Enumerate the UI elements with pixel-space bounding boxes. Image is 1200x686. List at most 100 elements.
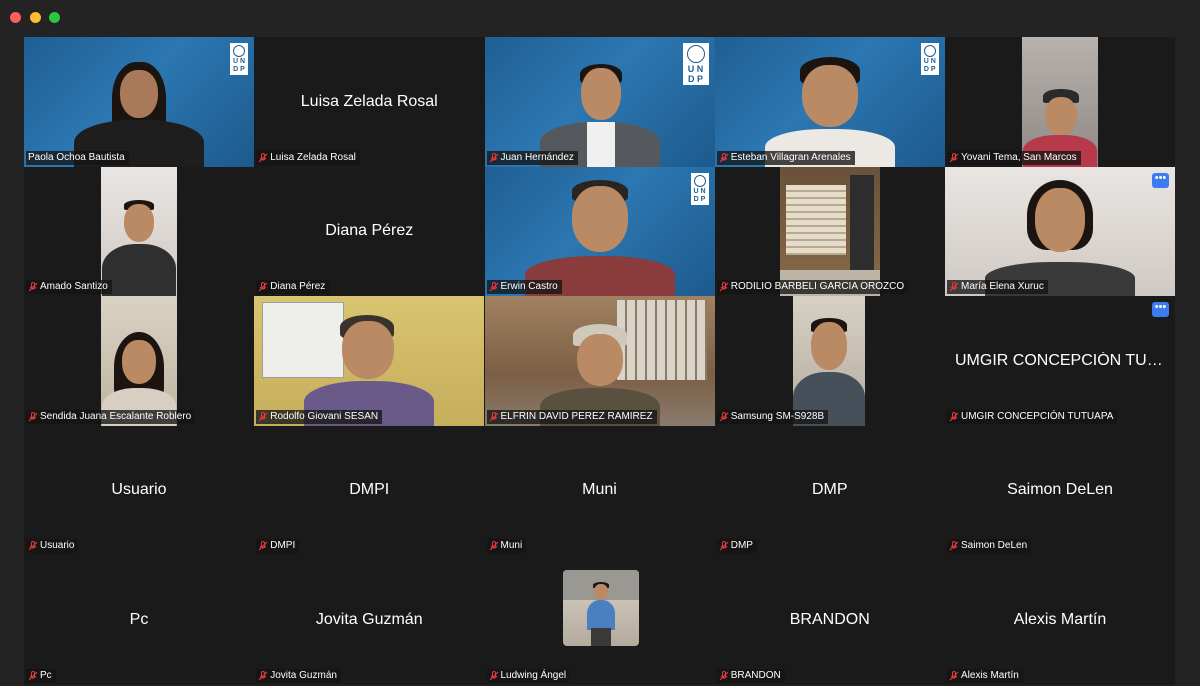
participant-tile[interactable]: U ND P Juan Hernández [484, 37, 715, 167]
participant-tile[interactable]: Amado Santizo [24, 166, 254, 296]
participant-name-label: ELFRIN DAVID PEREZ RAMIREZ [486, 409, 657, 424]
participant-tile[interactable]: Alexis Martín Alexis Martín [945, 555, 1175, 685]
mic-muted-icon [258, 670, 268, 680]
participant-video: U ND P [24, 37, 254, 167]
participant-video [779, 166, 880, 296]
mic-muted-icon [949, 541, 959, 551]
participant-video [101, 166, 177, 296]
participant-display-name: Jovita Guzmán [315, 610, 423, 628]
mic-muted-icon [949, 282, 959, 292]
participant-name-label: Juan Hernández [486, 150, 578, 165]
undp-logo-icon: U ND P [682, 43, 709, 85]
participant-video: U ND P [714, 37, 945, 167]
window-titlebar [0, 0, 1200, 36]
participant-video [484, 296, 715, 426]
mic-muted-icon [719, 411, 729, 421]
close-window-button[interactable] [10, 12, 21, 23]
participant-tile[interactable]: RODILIO BARBELI GARCIA OROZCO [714, 166, 945, 296]
mic-muted-icon [719, 670, 729, 680]
participant-display-name: Alexis Martín [1013, 610, 1107, 628]
participant-name-label: Alexis Martín [947, 668, 1023, 683]
participant-name-label: Erwin Castro [486, 280, 562, 294]
participant-tile[interactable]: Diana Pérez Diana Pérez [254, 166, 485, 296]
mic-muted-icon [489, 282, 498, 292]
participant-name-label: Usuario [26, 539, 79, 553]
participant-tile[interactable]: Samsung SM-S928B [714, 296, 945, 426]
participant-name-label: Muni [486, 539, 527, 553]
participant-tile[interactable]: ELFRIN DAVID PEREZ RAMIREZ [484, 296, 715, 426]
participant-display-name: DMP [811, 481, 848, 499]
participant-tile[interactable]: Jovita Guzmán Jovita Guzmán [254, 555, 485, 685]
mic-muted-icon [719, 152, 729, 162]
participant-tile[interactable]: Usuario Usuario [24, 425, 254, 555]
participant-name-label: DMPI [256, 539, 300, 553]
undp-logo-icon: U ND P [230, 43, 248, 75]
participant-display-name: Luisa Zelada Rosal [300, 92, 438, 110]
participant-name-label: Luisa Zelada Rosal [256, 150, 360, 165]
participant-name-label: Ludwing Ángel [486, 668, 571, 683]
participant-name-label: Esteban Villagran Arenales [716, 150, 855, 165]
participant-video: U ND P [484, 166, 715, 296]
participant-display-name: UMGIR CONCEPCIÓN TUT... [955, 351, 1169, 369]
participant-name-label: Samsung SM-S928B [716, 409, 829, 424]
participant-video: ••• [945, 166, 1175, 296]
zoom-window-button[interactable] [49, 12, 60, 23]
participant-display-name: DMPI [349, 481, 390, 499]
participant-video [254, 296, 485, 426]
participant-display-name: Pc [129, 610, 149, 628]
participant-tile[interactable]: U ND P Esteban Villagran Arenales [714, 37, 945, 167]
mic-muted-icon [949, 411, 959, 421]
participant-tile[interactable]: U ND P Erwin Castro [484, 166, 715, 296]
participant-name-label: María Elena Xuruc [947, 280, 1048, 294]
mic-muted-icon [258, 152, 268, 162]
participant-tile[interactable]: Sendida Juana Escalante Roblero [24, 296, 254, 426]
mic-muted-icon [489, 541, 498, 551]
mic-muted-icon [949, 152, 959, 162]
participant-tile[interactable]: Yovani Tema, San Marcos [945, 37, 1175, 167]
participant-video: U ND P [484, 37, 715, 167]
participant-display-name: Saimon DeLen [1007, 481, 1113, 499]
mic-muted-icon [719, 282, 729, 292]
mic-muted-icon [258, 541, 268, 551]
participant-tile[interactable]: Pc Pc [24, 555, 254, 685]
participant-tile[interactable]: Saimon DeLen Saimon DeLen [945, 425, 1175, 555]
participant-name-label: Pc [26, 668, 56, 683]
participant-name-label: RODILIO BARBELI GARCIA OROZCO [716, 280, 909, 294]
mic-muted-icon [28, 670, 38, 680]
participant-name-label: Jovita Guzmán [256, 668, 341, 683]
participant-tile[interactable]: DMP DMP [714, 425, 945, 555]
minimize-window-button[interactable] [30, 12, 41, 23]
participant-tile[interactable]: DMPI DMPI [254, 425, 485, 555]
mic-muted-icon [489, 152, 498, 162]
participant-name-label: Paola Ochoa Bautista [26, 150, 129, 165]
participant-display-name: Usuario [111, 481, 167, 499]
participant-tile[interactable]: Muni Muni [484, 425, 715, 555]
participant-name-label: Amado Santizo [26, 280, 112, 294]
mic-muted-icon [719, 541, 729, 551]
mic-muted-icon [28, 411, 38, 421]
more-options-button[interactable]: ••• [1152, 172, 1169, 188]
participant-video [792, 296, 865, 426]
participant-tile[interactable]: BRANDON BRANDON [714, 555, 945, 685]
participant-name-label: Diana Pérez [256, 280, 330, 294]
participant-tile[interactable]: Rodolfo Giovani SESAN [254, 296, 485, 426]
participant-video [101, 296, 177, 426]
gallery-view: U ND P Paola Ochoa Bautista Luisa Zelada… [24, 37, 1175, 685]
participant-display-name: BRANDON [789, 610, 870, 628]
mic-muted-icon [489, 670, 498, 680]
mic-muted-icon [28, 282, 38, 292]
participant-tile[interactable]: Luisa Zelada Rosal Luisa Zelada Rosal [254, 37, 485, 167]
participant-tile[interactable]: Ludwing Ángel [484, 555, 715, 685]
undp-logo-icon: U ND P [690, 172, 709, 205]
more-options-button[interactable]: ••• [1152, 302, 1169, 317]
participant-tile[interactable]: ••• UMGIR CONCEPCIÓN TUT... UMGIR CONCEP… [945, 296, 1175, 426]
participant-name-label: Sendida Juana Escalante Roblero [26, 409, 196, 424]
participant-name-label: UMGIR CONCEPCIÓN TUTUAPA [947, 409, 1118, 424]
participant-name-label: Rodolfo Giovani SESAN [256, 409, 383, 424]
participant-name-label: Saimon DeLen [947, 539, 1032, 553]
participant-tile[interactable]: U ND P Paola Ochoa Bautista [24, 37, 254, 167]
mic-muted-icon [489, 411, 498, 421]
participant-tile[interactable]: ••• María Elena Xuruc [945, 166, 1175, 296]
participant-name-label: Yovani Tema, San Marcos [947, 150, 1081, 165]
mic-muted-icon [28, 541, 38, 551]
